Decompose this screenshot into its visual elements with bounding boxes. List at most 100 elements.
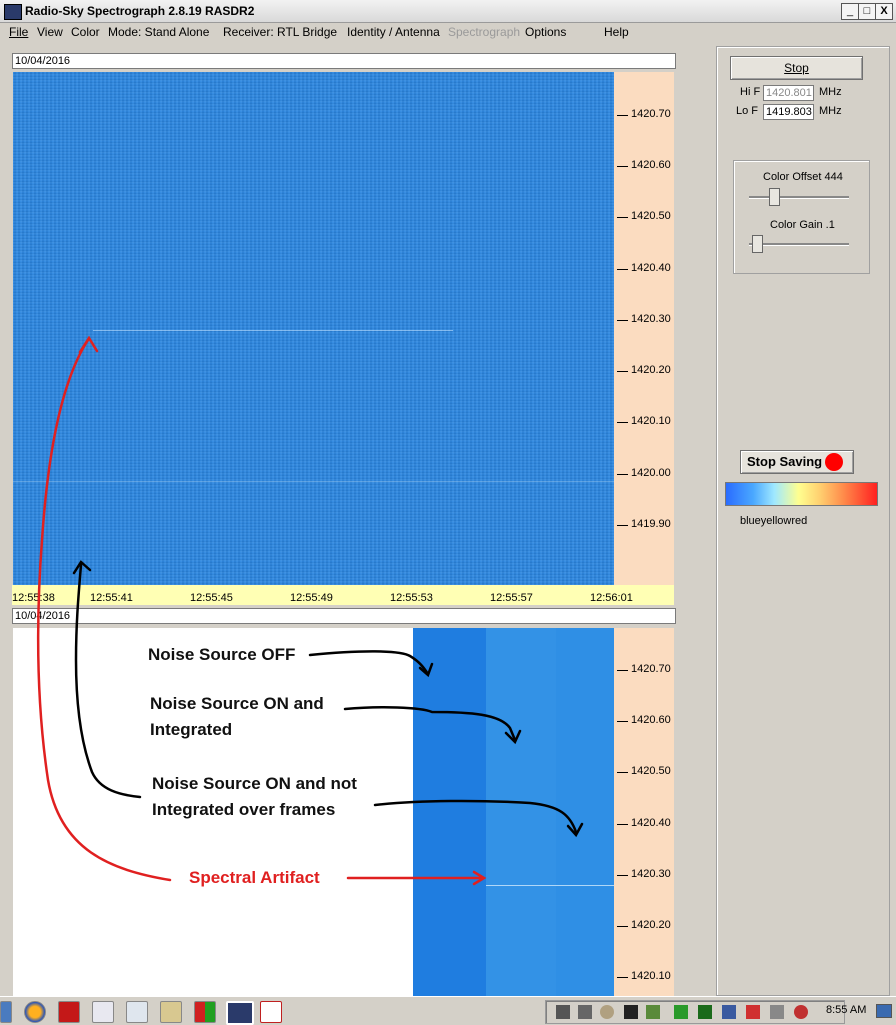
stop-button-label: Stop bbox=[784, 61, 809, 75]
menu-bar: File View Color Mode: Stand Alone Receiv… bbox=[0, 22, 896, 42]
freq-tick: 1420.50 bbox=[617, 210, 671, 222]
hi-f-label: Hi F bbox=[740, 86, 761, 98]
color-offset-track bbox=[749, 196, 849, 199]
bottom-frequency-axis: 1420.70 1420.60 1420.50 1420.40 1420.30 … bbox=[614, 628, 674, 996]
menu-identity-antenna[interactable]: Identity / Antenna bbox=[347, 25, 440, 39]
lo-f-unit: MHz bbox=[819, 105, 842, 117]
time-tick: 12:55:38 bbox=[12, 592, 55, 604]
stop-button[interactable]: Stop bbox=[730, 56, 863, 80]
freq-tick: 1419.90 bbox=[617, 518, 671, 530]
time-tick: 12:55:41 bbox=[90, 592, 133, 604]
not-integrated-band bbox=[556, 628, 614, 996]
calculator-icon[interactable] bbox=[126, 1001, 148, 1023]
hi-f-field[interactable]: 1420.801 bbox=[763, 85, 814, 101]
top-date-field: 10/04/2016 bbox=[12, 53, 676, 69]
time-axis: 12:55:38 12:55:41 12:55:45 12:55:49 12:5… bbox=[12, 585, 674, 605]
paint-icon[interactable] bbox=[194, 1001, 216, 1023]
annotation-noise-off: Noise Source OFF bbox=[148, 645, 296, 664]
media-icon[interactable] bbox=[624, 1005, 638, 1019]
hi-f-unit: MHz bbox=[819, 86, 842, 98]
volume-muted-icon[interactable] bbox=[794, 1005, 808, 1019]
battery-icon[interactable] bbox=[698, 1005, 712, 1019]
time-tick: 12:55:57 bbox=[490, 592, 533, 604]
palette-name: blueyellowred bbox=[740, 515, 808, 527]
annotation-noise-on-integrated-line2: Integrated bbox=[150, 720, 233, 739]
lo-f-field[interactable]: 1419.803 bbox=[763, 104, 814, 120]
lo-f-label: Lo F bbox=[736, 105, 759, 117]
freq-tick: 1420.60 bbox=[617, 714, 671, 726]
freq-tick: 1420.20 bbox=[617, 364, 671, 376]
freq-tick: 1420.30 bbox=[617, 313, 671, 325]
alert-icon[interactable] bbox=[746, 1005, 760, 1019]
taskbar: 8:55 AM bbox=[0, 996, 896, 1025]
time-tick: 12:56:01 bbox=[590, 592, 633, 604]
freq-tick: 1420.60 bbox=[617, 159, 671, 171]
color-offset-slider[interactable] bbox=[769, 188, 780, 206]
color-gain-label: Color Gain .1 bbox=[770, 219, 835, 231]
device-icon[interactable] bbox=[770, 1005, 784, 1019]
annotation-not-integrated-line1: Noise Source ON and not bbox=[152, 774, 357, 793]
freq-tick: 1420.10 bbox=[617, 970, 671, 982]
start-icon[interactable] bbox=[0, 1001, 12, 1023]
close-button[interactable]: X bbox=[875, 3, 893, 20]
annotation-not-integrated-line2: Integrated over frames bbox=[152, 800, 336, 819]
menu-file[interactable]: File bbox=[9, 25, 28, 39]
stop-saving-label: Stop Saving bbox=[747, 454, 823, 469]
system-tray bbox=[545, 1000, 845, 1024]
display-icon[interactable] bbox=[722, 1005, 736, 1019]
top-spectrogram[interactable] bbox=[13, 72, 614, 585]
freq-tick: 1420.30 bbox=[617, 868, 671, 880]
integrated-band bbox=[486, 628, 556, 996]
color-gain-slider[interactable] bbox=[752, 235, 763, 253]
faint-line bbox=[13, 481, 614, 482]
annotation-noise-on-integrated-line1: Noise Source ON and bbox=[150, 694, 324, 713]
freq-tick: 1420.70 bbox=[617, 108, 671, 120]
color-offset-label: Color Offset 444 bbox=[763, 171, 843, 183]
menu-spectrograph: Spectrograph bbox=[448, 25, 521, 39]
file-transfer-icon[interactable] bbox=[160, 1001, 182, 1023]
freq-tick: 1420.10 bbox=[617, 415, 671, 427]
menu-options[interactable]: Options bbox=[525, 25, 566, 39]
settings-icon[interactable] bbox=[600, 1005, 614, 1019]
network-icon[interactable] bbox=[556, 1005, 570, 1019]
pdf-reader-icon[interactable] bbox=[58, 1001, 80, 1023]
network-icon[interactable] bbox=[578, 1005, 592, 1019]
record-icon bbox=[825, 453, 843, 471]
artifact-line-bottom bbox=[486, 885, 614, 886]
annotation-spectral-artifact: Spectral Artifact bbox=[189, 868, 320, 887]
time-tick: 12:55:45 bbox=[190, 592, 233, 604]
time-tick: 12:55:53 bbox=[390, 592, 433, 604]
security-icon[interactable] bbox=[646, 1005, 660, 1019]
menu-receiver[interactable]: Receiver: RTL Bridge bbox=[223, 25, 337, 39]
firefox-icon[interactable] bbox=[24, 1001, 46, 1023]
update-icon[interactable] bbox=[674, 1005, 688, 1019]
color-palette-bar bbox=[725, 482, 878, 506]
time-tick: 12:55:49 bbox=[290, 592, 333, 604]
bottom-spectrogram[interactable] bbox=[413, 628, 614, 996]
bottom-date-field: 10/04/2016 bbox=[12, 608, 676, 624]
maximize-button[interactable]: □ bbox=[858, 3, 876, 20]
spectrograph-app-icon[interactable] bbox=[226, 1001, 254, 1025]
menu-mode[interactable]: Mode: Stand Alone bbox=[108, 25, 209, 39]
color-gain-track bbox=[749, 243, 849, 246]
menu-color[interactable]: Color bbox=[71, 25, 100, 39]
freq-tick: 1420.70 bbox=[617, 663, 671, 675]
menu-view[interactable]: View bbox=[37, 25, 63, 39]
freq-tick: 1420.40 bbox=[617, 817, 671, 829]
minimize-button[interactable]: _ bbox=[841, 3, 859, 20]
app-icon[interactable] bbox=[4, 4, 22, 20]
clock[interactable]: 8:55 AM bbox=[826, 1004, 866, 1016]
menu-help[interactable]: Help bbox=[604, 25, 629, 39]
show-desktop-icon[interactable] bbox=[876, 1004, 892, 1018]
pen-tool-icon[interactable] bbox=[92, 1001, 114, 1023]
window-title: Radio-Sky Spectrograph 2.8.19 RASDR2 bbox=[25, 4, 255, 18]
freq-tick: 1420.00 bbox=[617, 467, 671, 479]
top-frequency-axis: 1420.70 1420.60 1420.50 1420.40 1420.30 … bbox=[614, 72, 674, 585]
freq-tick: 1420.20 bbox=[617, 919, 671, 931]
title-bar: Radio-Sky Spectrograph 2.8.19 RASDR2 _ □… bbox=[0, 0, 896, 23]
stop-saving-button[interactable]: Stop Saving bbox=[740, 450, 854, 474]
freq-tick: 1420.40 bbox=[617, 262, 671, 274]
spectral-artifact-line bbox=[93, 330, 453, 331]
freq-tick: 1420.50 bbox=[617, 765, 671, 777]
ra-sdr-icon[interactable] bbox=[260, 1001, 282, 1023]
